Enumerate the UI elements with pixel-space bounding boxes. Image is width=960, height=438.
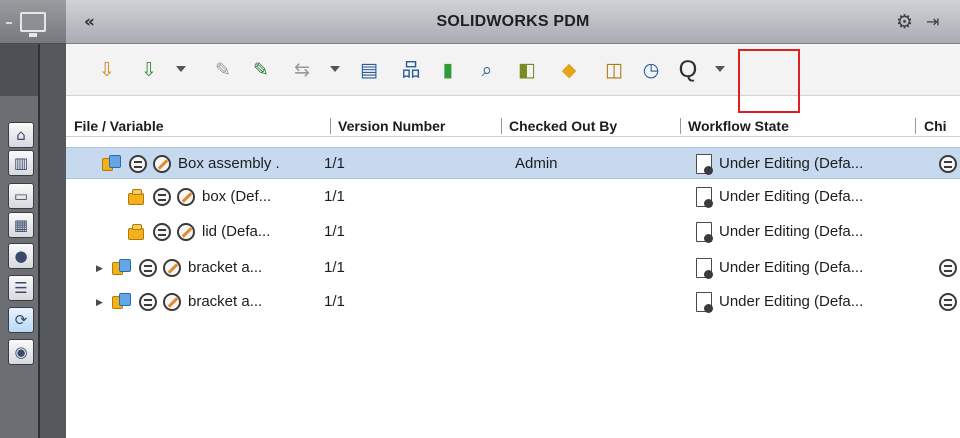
workflow-state-icon [694,258,714,279]
workflow-state: Under Editing (Defa... [719,188,864,205]
book-icon[interactable]: ▮ [434,56,462,84]
expand-toggle[interactable]: ▶ [96,286,103,318]
workflow-state: Under Editing (Defa... [719,259,864,276]
workflow-state: Under Editing (Defa... [719,293,864,310]
assembly-icon [112,292,132,312]
version-number: 1/1 [324,259,345,276]
table-row[interactable]: lid (Defa... 1/1 Under Editing (Defa... [66,216,960,248]
column-header-file[interactable]: File / Variable [74,115,304,137]
check-out-icon[interactable]: ✎ [247,56,275,84]
workflow-state-icon [694,222,714,243]
search-dropdown-caret[interactable] [715,66,725,72]
workflow-state-icon [694,292,714,313]
undo-checkout-icon[interactable]: ◧ [513,56,541,84]
assembly-icon [102,154,122,174]
version-number: 1/1 [324,293,345,310]
palette-icon[interactable]: ● [8,243,34,269]
local-version-status-icon [138,258,158,278]
get-version-dropdown-caret[interactable] [176,66,186,72]
table-row[interactable]: Box assembly . 1/1 Admin Under Editing (Def… [66,147,960,179]
workflow-state-icon [694,154,714,175]
home-icon[interactable]: ⌂ [8,122,34,148]
workflow-state: Under Editing (Defa... [719,155,864,172]
local-version-status-icon [152,222,172,242]
card-icon[interactable]: ▦ [8,212,34,238]
file-name: bracket a... [188,293,263,310]
highlight-box [738,49,800,113]
assembly-icon[interactable]: ◆ [555,56,583,84]
checked-out-icon [152,154,172,174]
column-divider[interactable] [501,118,502,134]
column-divider[interactable] [330,118,331,134]
get-version-icon[interactable]: ⇩ [135,56,163,84]
browse-icon[interactable]: ◫ [600,56,628,84]
toolbar: ⇩ ⇩ ✎ ✎ ⇆ ▤ 品 ▮ ⌕ ◧ ◆ ◫ ◷ Q [66,44,960,113]
column-header-version[interactable]: Version Number [338,115,494,137]
vault-icon[interactable]: ▥ [8,150,34,176]
globe-icon[interactable]: ◉ [8,339,34,365]
change-state-icon[interactable]: ⇆ [288,56,316,84]
file-name: Box assembly . [178,155,280,172]
workflow-state-icon [694,187,714,208]
column-header-workflow-state[interactable]: Workflow State [688,115,888,137]
pin-icon[interactable]: ⇥ [926,12,939,31]
checked-out-icon [176,187,196,207]
column-divider[interactable] [915,118,916,134]
version-number: 1/1 [324,155,345,172]
expand-toggle[interactable]: ▶ [96,252,103,284]
history-icon[interactable]: ◷ [637,56,665,84]
local-version-status-icon [128,154,148,174]
get-latest-version-icon[interactable]: ⇩ [93,56,121,84]
data-card-icon[interactable]: ▤ [355,56,383,84]
file-name: box (Def... [202,188,272,205]
checked-out-by: Admin [515,155,558,172]
check-in-icon[interactable]: ✎ [209,56,237,84]
search-icon-1[interactable]: ⌕ [473,56,501,84]
rail-right-panel [40,44,66,438]
minimize-dash-icon [6,22,12,24]
column-header-checked-out-by[interactable]: Checked Out By [509,115,674,137]
child-status-icon [938,258,958,278]
table-row[interactable]: ▶ bracket a... 1/1 Under Editing (Defa... [66,286,960,318]
checked-out-icon [162,292,182,312]
change-state-dropdown-caret[interactable] [330,66,340,72]
child-status-icon [938,154,958,174]
version-number: 1/1 [324,188,345,205]
part-icon [126,187,146,207]
part-icon [126,222,146,242]
view-selector[interactable] [0,0,66,44]
title-bar: « SOLIDWORKS PDM ⚙ ⇥ [66,0,960,44]
table-row[interactable]: box (Def... 1/1 Under Editing (Defa... [66,181,960,213]
monitor-icon [20,12,46,37]
workflow-state: Under Editing (Defa... [719,223,864,240]
checked-out-icon [162,258,182,278]
table-row[interactable]: ▶ bracket a... 1/1 Under Editing (Defa... [66,252,960,284]
local-version-status-icon [152,187,172,207]
file-name: bracket a... [188,259,263,276]
folder-icon[interactable]: ▭ [8,183,34,209]
search-icon[interactable]: Q [674,56,702,84]
column-header-row: File / Variable Version Number Checked O… [66,115,960,137]
list-icon[interactable]: ☰ [8,275,34,301]
local-version-status-icon [138,292,158,312]
refresh-icon[interactable]: ⟳ [8,307,34,333]
app-title: SOLIDWORKS PDM [436,13,590,30]
assembly-icon [112,258,132,278]
checked-out-icon [176,222,196,242]
version-number: 1/1 [324,223,345,240]
where-used-icon[interactable]: 品 [397,56,425,84]
child-status-icon [938,292,958,312]
column-header-child[interactable]: Chi [924,115,960,137]
column-divider[interactable] [680,118,681,134]
gear-icon[interactable]: ⚙ [896,11,913,33]
file-name: lid (Defa... [202,223,271,240]
